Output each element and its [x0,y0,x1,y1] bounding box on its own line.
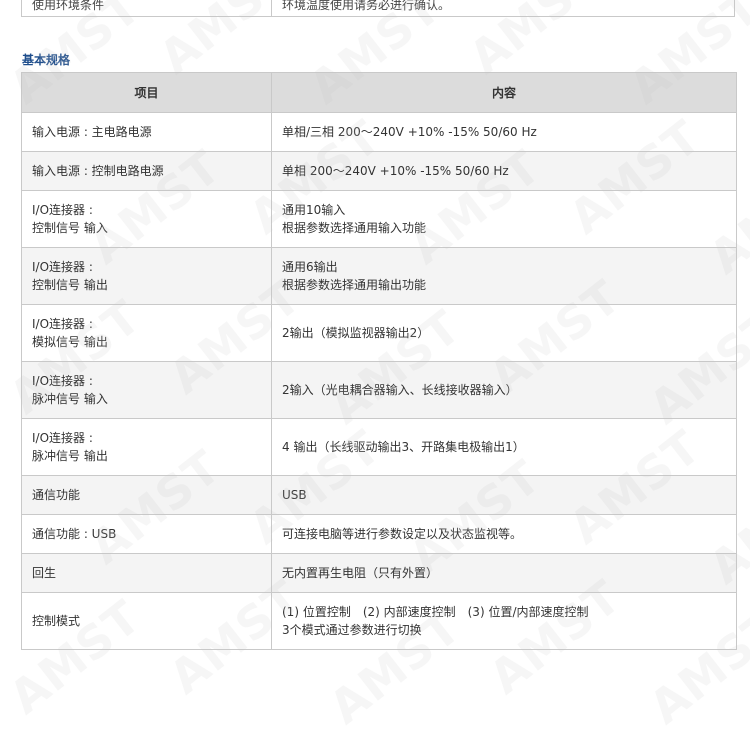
spec-content-cell: 单相 200～240V +10% -15% 50/60 Hz [271,151,737,191]
spec-item-text: 脉冲信号 输出 [32,449,108,463]
spec-content-text: USB [282,488,307,502]
spec-item-text: I/O连接器 : [32,260,93,274]
table-row: I/O连接器 : 模拟信号 输出 2输出（模拟监视器输出2） [21,304,737,362]
spec-item-text: 通信功能 [32,488,81,502]
spec-content-text: 4 输出（长线驱动输出3、开路集电极输出1） [282,440,525,454]
spec-content-cell: 无内置再生电阻（只有外置） [271,553,737,593]
table-row: 输入电源 : 主电路电源 单相/三相 200～240V +10% -15% 50/… [21,112,737,152]
spec-item-text: I/O连接器 : [32,374,93,388]
spec-item-cell: 回生 [21,553,272,593]
table-row: 通信功能 USB [21,475,737,515]
spec-content-text: 通用6输出 [282,260,338,274]
spec-content-text: 单相/三相 200～240V +10% -15% 50/60 Hz [282,125,537,139]
table-row: 回生 无内置再生电阻（只有外置） [21,553,737,593]
spec-content-text: 无内置再生电阻（只有外置） [282,566,439,580]
spec-item-text: 控制信号 输入 [32,221,108,235]
spec-content-cell: 可连接电脑等进行参数设定以及状态监视等。 [271,514,737,554]
spec-item-cell: 控制模式 [21,592,272,650]
spec-item-cell: I/O连接器 : 脉冲信号 输出 [21,418,272,476]
table-row: I/O连接器 : 脉冲信号 输入 2输入（光电耦合器输入、长线接收器输入） [21,361,737,419]
spec-content-cell: 单相/三相 200～240V +10% -15% 50/60 Hz [271,112,737,152]
table-row: I/O连接器 : 脉冲信号 输出 4 输出（长线驱动输出3、开路集电极输出1） [21,418,737,476]
spec-item-cell: I/O连接器 : 控制信号 输入 [21,190,272,248]
spec-item-cell: I/O连接器 : 脉冲信号 输入 [21,361,272,419]
spec-content-cell: 2输入（光电耦合器输入、长线接收器输入） [271,361,737,419]
spec-item-text: 输入电源 : 主电路电源 [32,125,152,139]
spec-item-cell: 通信功能 [21,475,272,515]
spec-content-text: 可连接电脑等进行参数设定以及状态监视等。 [282,527,523,541]
spec-item-cell: 输入电源 : 主电路电源 [21,112,272,152]
spec-item-cell: I/O连接器 : 模拟信号 输出 [21,304,272,362]
spec-item-text: 回生 [32,566,57,580]
table-row: 输入电源 : 控制电路电源 单相 200～240V +10% -15% 50/60… [21,151,737,191]
spec-content-text: 根据参数选择通用输出功能 [282,278,427,292]
header-content: 内容 [271,72,737,113]
spec-item-text: 控制模式 [32,614,81,628]
spec-content-text: 单相 200～240V +10% -15% 50/60 Hz [282,164,509,178]
spec-content-text: 2输出（模拟监视器输出2） [282,326,430,340]
table-header-row: 项目 内容 [21,72,737,113]
section-title: 基本规格 [22,53,71,67]
table-row: I/O连接器 : 控制信号 输入 通用10输入根据参数选择通用输入功能 [21,190,737,248]
spec-content-cell: 通用10输入根据参数选择通用输入功能 [271,190,737,248]
spec-item-text: 模拟信号 输出 [32,335,108,349]
table-row: I/O连接器 : 控制信号 输出 通用6输出根据参数选择通用输出功能 [21,247,737,305]
fragment-item-cell: 使用环境条件 [22,0,272,16]
spec-item-cell: 通信功能 : USB [21,514,272,554]
spec-item-cell: 输入电源 : 控制电路电源 [21,151,272,191]
spec-item-cell: I/O连接器 : 控制信号 输出 [21,247,272,305]
spec-content-cell: USB [271,475,737,515]
spec-content-text: 3个模式通过参数进行切换 [282,623,422,637]
spec-content-text: (1) 位置控制 (2) 内部速度控制 (3) 位置/内部速度控制 [282,605,589,619]
page: 使用环境条件 环境温度使用请务必进行确认。 基本规格 项目 内容 输入电源 : … [0,0,750,734]
spec-item-text: 通信功能 : USB [32,527,117,541]
spec-item-text: 输入电源 : 控制电路电源 [32,164,164,178]
spec-item-text: I/O连接器 : [32,317,93,331]
spec-content-cell: 4 输出（长线驱动输出3、开路集电极输出1） [271,418,737,476]
spec-content-cell: (1) 位置控制 (2) 内部速度控制 (3) 位置/内部速度控制 3个模式通过参… [271,592,737,650]
table-row: 控制模式 (1) 位置控制 (2) 内部速度控制 (3) 位置/内部速度控制 3个模… [21,592,737,650]
spec-content-text: 根据参数选择通用输入功能 [282,221,427,235]
spec-content-text: 通用10输入 [282,203,346,217]
spec-content-cell: 通用6输出根据参数选择通用输出功能 [271,247,737,305]
spec-item-text: 控制信号 输出 [32,278,108,292]
previous-table-fragment: 使用环境条件 环境温度使用请务必进行确认。 [21,0,735,17]
spec-item-text: 脉冲信号 输入 [32,392,108,406]
spec-item-text: I/O连接器 : [32,431,93,445]
spec-content-text: 2输入（光电耦合器输入、长线接收器输入） [282,383,518,397]
table-row: 通信功能 : USB 可连接电脑等进行参数设定以及状态监视等。 [21,514,737,554]
spec-item-text: I/O连接器 : [32,203,93,217]
header-item: 项目 [21,72,272,113]
spec-content-cell: 2输出（模拟监视器输出2） [271,304,737,362]
fragment-content-cell: 环境温度使用请务必进行确认。 [282,0,451,12]
spec-table: 项目 内容 输入电源 : 主电路电源 单相/三相 200～240V +10% -1… [21,72,737,650]
